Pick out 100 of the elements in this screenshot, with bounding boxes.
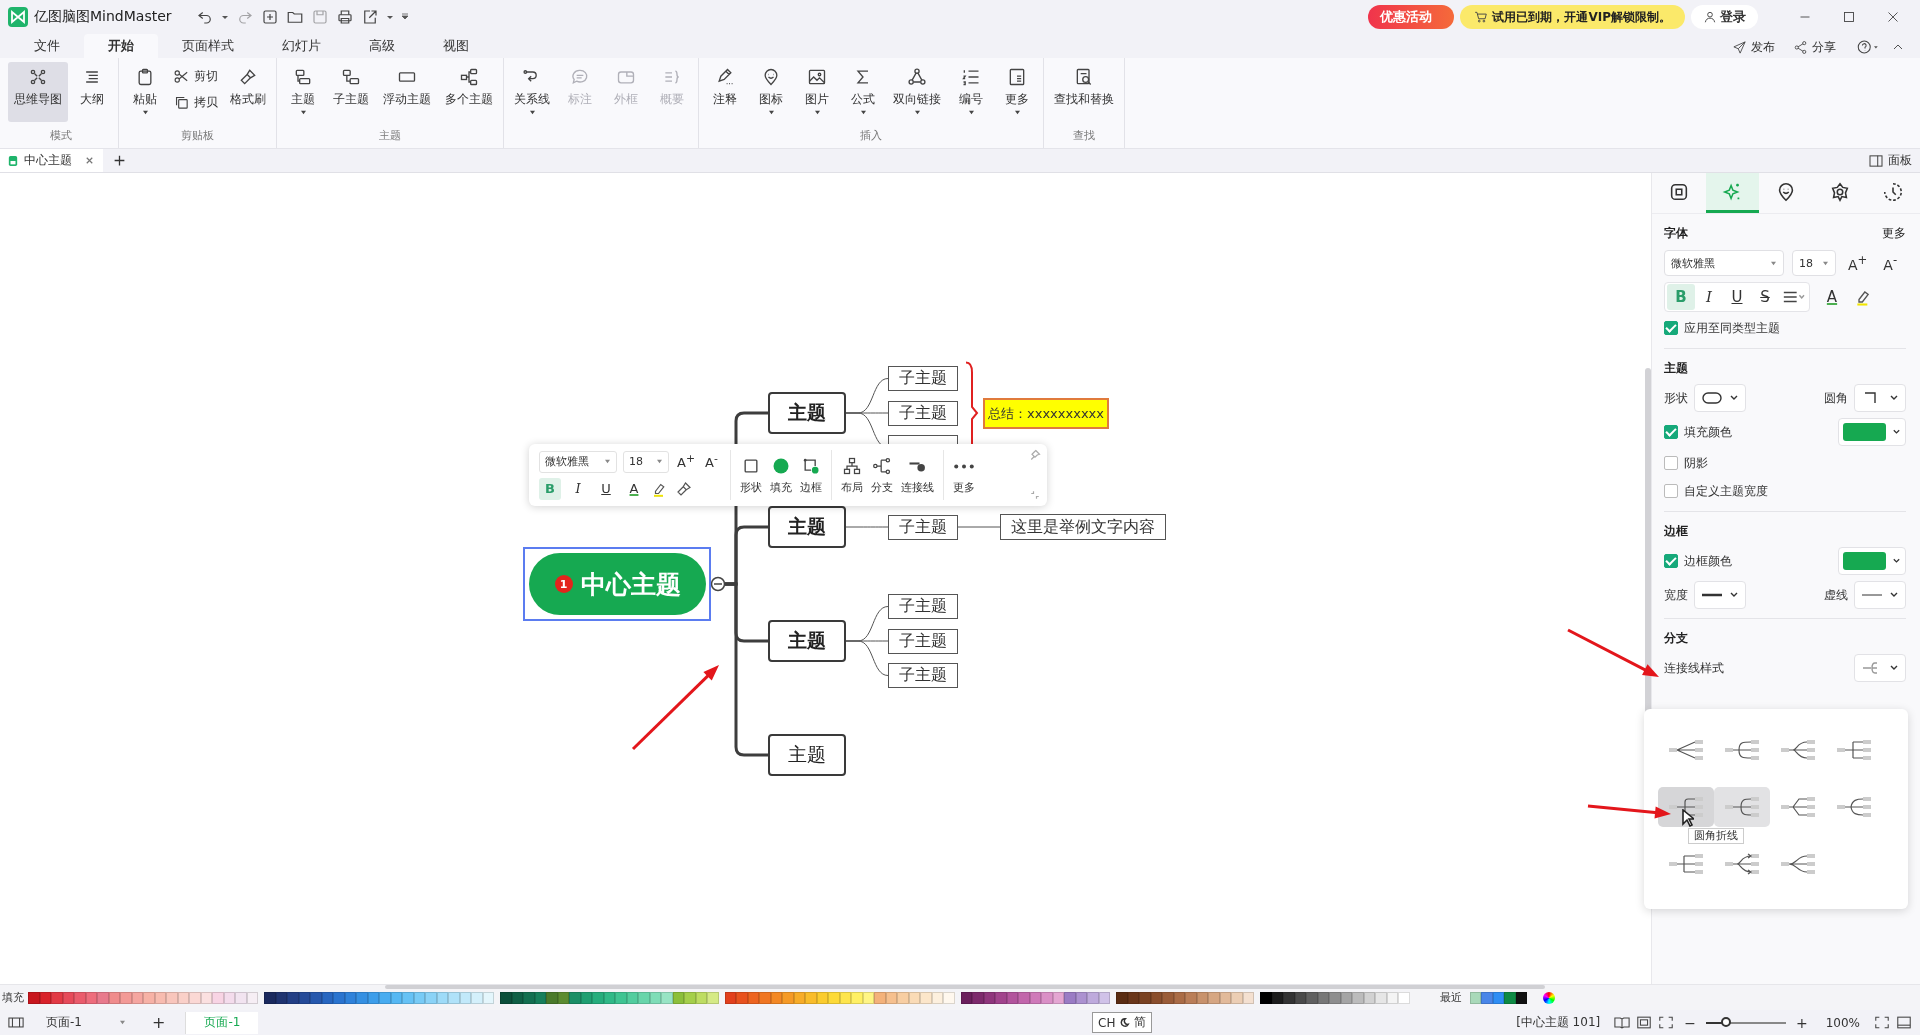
page-select[interactable]: 页面-1 [40, 1012, 132, 1033]
toolbar-button[interactable]: 连接线 [897, 455, 937, 495]
checkbox-label: 阴影 [1684, 454, 1708, 472]
italic-button[interactable]: I [1695, 284, 1723, 310]
promo-badge[interactable]: 优惠活动 [1368, 5, 1455, 29]
field-label: 圆角 [1824, 389, 1848, 407]
toolbar-button[interactable]: 大纲 [70, 62, 114, 122]
field-label: 形状 [1664, 389, 1688, 407]
italic-button[interactable]: I [567, 477, 589, 500]
menu-tab[interactable]: 开始 [84, 34, 158, 58]
more-link[interactable]: 更多 [1882, 224, 1906, 242]
tooltip: 圆角折线 [1688, 828, 1744, 844]
input-method-indicator[interactable]: CH 简 [1092, 1012, 1153, 1033]
zoom-out-button[interactable]: − [1680, 1014, 1700, 1031]
toolbar-button[interactable]: 双向链接 [887, 62, 947, 122]
subtopic[interactable]: 子主题 [888, 366, 958, 391]
panel-toggle-button[interactable]: 面板 [1869, 152, 1912, 169]
menu-tab[interactable]: 高级 [345, 34, 419, 58]
toolbar-button[interactable]: 浮动主题 [377, 62, 437, 122]
zoom-in-button[interactable]: + [1791, 1014, 1812, 1031]
vip-banner[interactable]: 试用已到期，开通VIP解锁限制。 [1460, 5, 1685, 29]
checkbox[interactable]: 应用至同类型主题 [1664, 314, 1906, 342]
toolbar-button[interactable]: 分支 [867, 455, 896, 495]
font-color-button[interactable]: A [1818, 284, 1846, 310]
subtopic[interactable]: 子主题 [888, 628, 958, 654]
checkbox[interactable]: 边框颜色 [1664, 547, 1732, 575]
section-heading: 边框 [1664, 522, 1688, 540]
toolbar-button[interactable]: 图片 [795, 62, 839, 122]
zoom-level: 100% [1825, 1015, 1860, 1030]
subtopic[interactable]: 子主题 [888, 663, 958, 688]
subtopic[interactable]: 子主题 [888, 400, 958, 426]
toolbar-button[interactable]: 边框 [796, 455, 825, 495]
subtopic[interactable]: 子主题 [888, 514, 958, 540]
checkbox[interactable]: 填充颜色 [1664, 418, 1732, 446]
login-button[interactable]: 登录 [1691, 5, 1758, 29]
menu-tab[interactable]: 页面样式 [158, 34, 258, 58]
publish-button[interactable]: 发布 [1732, 36, 1775, 58]
toolbar-button[interactable]: 多个主题 [439, 62, 499, 122]
increase-font-button[interactable]: A$^{+}$ [675, 452, 697, 471]
main-topic[interactable]: 主题 [768, 392, 846, 434]
document-tab[interactable]: 中心主题 [0, 149, 103, 172]
group-label: 剪贴板 [181, 129, 214, 142]
menu-tab[interactable]: 视图 [419, 34, 493, 58]
toolbar-button[interactable]: 公式 [841, 62, 885, 122]
section-heading: 字体 [1664, 224, 1688, 242]
main-topic[interactable]: 主题 [768, 734, 846, 776]
menu-tab[interactable]: 幻灯片 [258, 34, 345, 58]
increase-font-button[interactable]: A$^{+}$ [1844, 253, 1872, 273]
field-label: 虚线 [1824, 586, 1848, 604]
section-heading: 分支 [1664, 629, 1688, 647]
toolbar-button[interactable]: 拷贝 [169, 90, 222, 114]
toolbar-button[interactable]: 剪切 [169, 64, 222, 88]
toolbar-button[interactable]: 子主题 [327, 62, 375, 122]
font-select[interactable]: 微软雅黑 [1664, 250, 1784, 276]
group-label: 主题 [379, 129, 401, 142]
font-select[interactable]: 微软雅黑 [539, 450, 617, 473]
toolbar-button[interactable]: 填充 [766, 455, 795, 495]
menu-tab[interactable]: 文件 [10, 34, 84, 58]
toolbar-button[interactable]: 查找和替换 [1048, 62, 1120, 122]
ime-mode: 简 [1134, 1014, 1147, 1031]
size-select[interactable]: 18 [1792, 250, 1836, 276]
summary-topic[interactable]: 总结：xxxxxxxxxx [983, 398, 1109, 429]
toolbar-button[interactable]: 形状 [736, 455, 765, 495]
decrease-font-button[interactable]: A$^{-}$ [1879, 253, 1902, 273]
font-color-button[interactable]: A [623, 477, 645, 500]
tab-title: 中心主题 [24, 152, 72, 169]
main-topic[interactable]: 主题 [768, 620, 846, 662]
share-button[interactable]: 分享 [1793, 36, 1836, 58]
toolbar-button[interactable]: 编号 [949, 62, 993, 122]
toolbar-button[interactable]: 粘贴 [123, 62, 167, 122]
checkbox-label: 填充颜色 [1684, 423, 1732, 441]
toolbar-button[interactable]: 更多 [995, 62, 1039, 122]
toolbar-button[interactable]: 图标 [749, 62, 793, 122]
underline-button[interactable]: U [595, 477, 617, 500]
toolbar-button[interactable]: 格式刷 [224, 62, 272, 122]
strikethrough-button[interactable]: S [1751, 284, 1779, 310]
subtopic[interactable]: 子主题 [888, 594, 958, 619]
app-title: 亿图脑图MindMaster [34, 8, 172, 26]
toolbar-button[interactable]: 注释 [703, 62, 747, 122]
toolbar-button[interactable]: 布局 [837, 455, 866, 495]
main-topic[interactable]: 主题 [768, 506, 846, 548]
palette-label: 填充 [2, 990, 24, 1005]
checkbox[interactable]: 自定义主题宽度 [1664, 477, 1906, 505]
toolbar-button[interactable]: 更多 [949, 455, 978, 495]
toolbar-button[interactable]: 主题 [281, 62, 325, 122]
group-label: 查找 [1073, 129, 1095, 142]
group-label: 模式 [50, 129, 72, 142]
checkbox[interactable]: 阴影 [1664, 449, 1906, 477]
size-select[interactable]: 18 [623, 450, 669, 473]
central-topic[interactable]: 1 中心主题 [529, 553, 706, 615]
toolbar-button[interactable]: 关系线 [508, 62, 556, 122]
underline-button[interactable]: U [1723, 284, 1751, 310]
section-heading: 主题 [1664, 359, 1688, 377]
topic-text: 中心主题 [580, 568, 681, 601]
checkbox-label: 边框颜色 [1684, 552, 1732, 570]
add-page-button[interactable]: + [138, 1013, 180, 1032]
decrease-font-button[interactable]: A$^{-}$ [703, 452, 720, 471]
checkbox-label: 应用至同类型主题 [1684, 319, 1780, 337]
toolbar-button[interactable]: 思维导图 [8, 62, 68, 122]
floating-topic[interactable]: 这里是举例文字内容 [1000, 514, 1166, 540]
